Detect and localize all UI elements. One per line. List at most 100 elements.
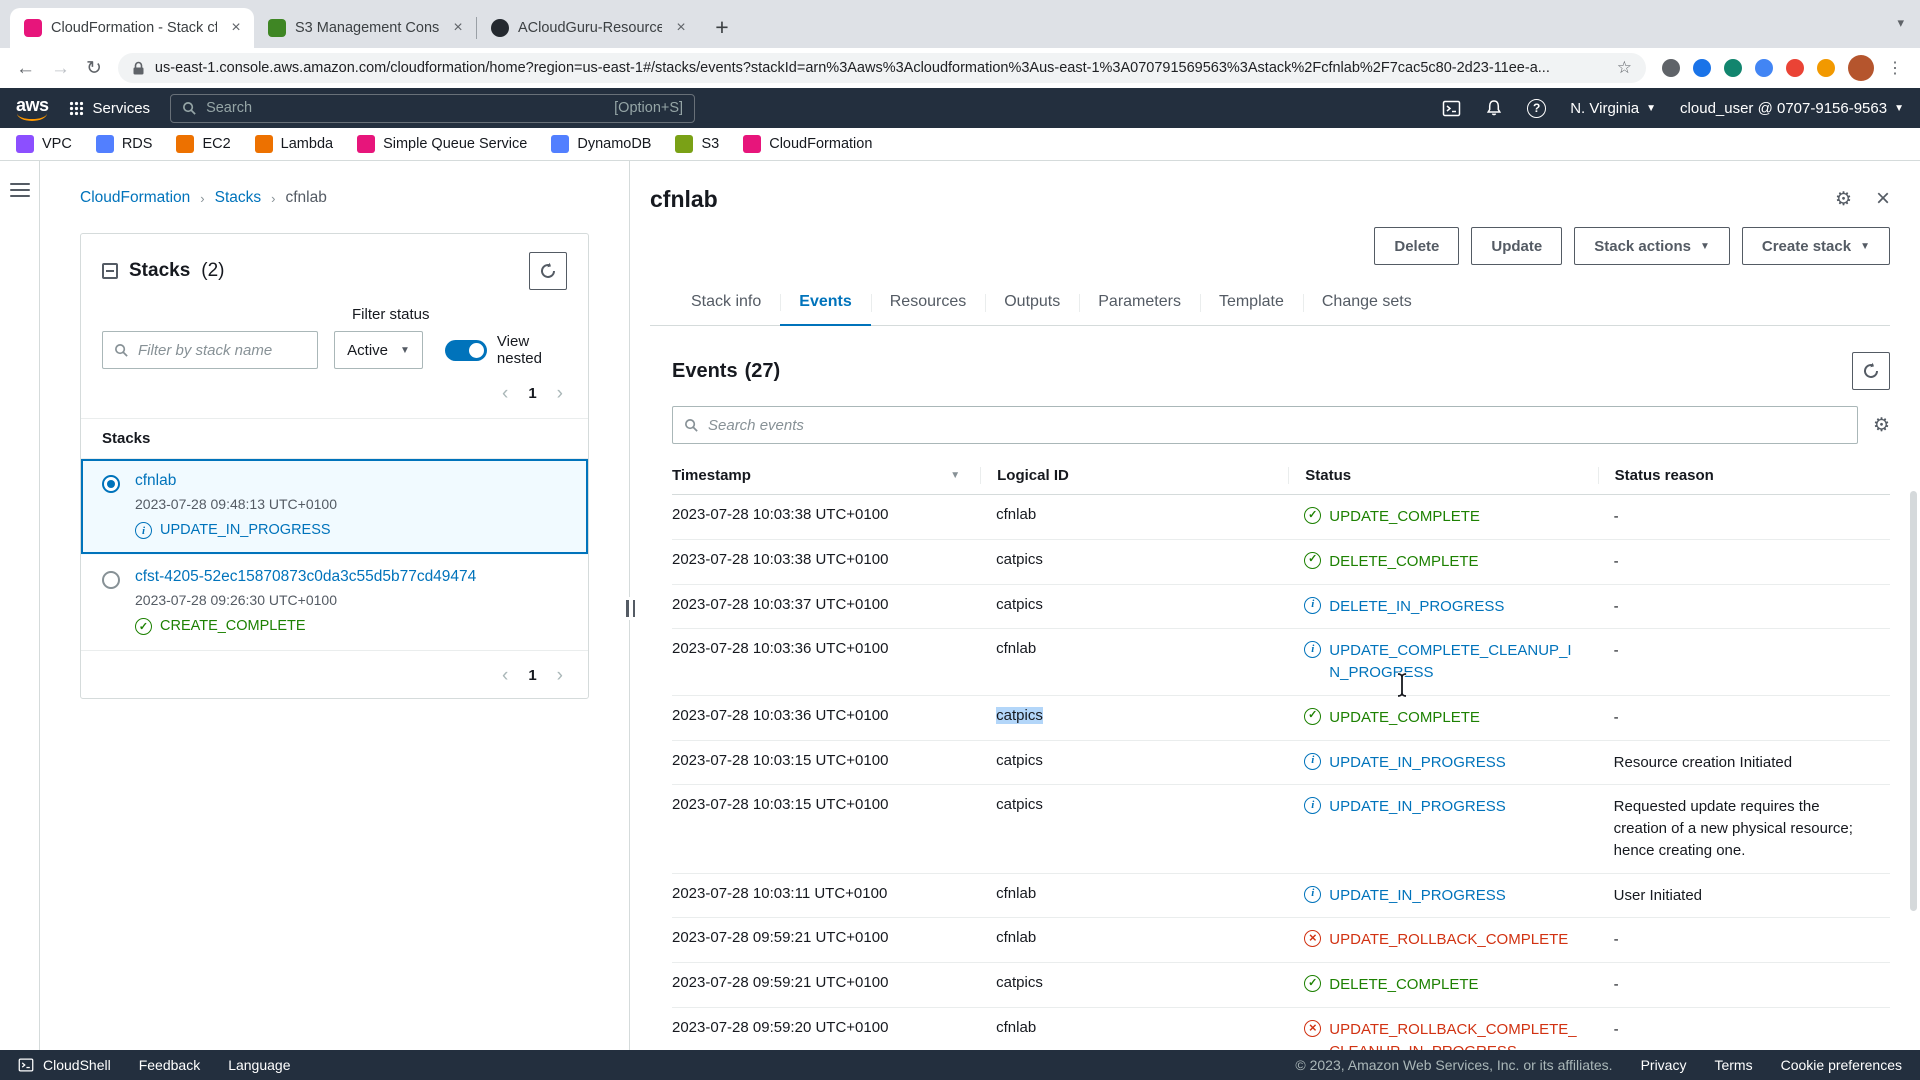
event-status[interactable]: UPDATE_ROLLBACK_COMPLETE_CLEANUP_IN_PROG… (1288, 1019, 1597, 1050)
stack-detail-tab[interactable]: Events (780, 281, 870, 326)
aws-logo[interactable]: aws (16, 96, 49, 121)
close-tab-icon[interactable]: × (671, 18, 691, 38)
tab-search-chevron-icon[interactable]: ▾ (1897, 15, 1904, 31)
browser-menu-icon[interactable]: ⋮ (1887, 58, 1904, 78)
refresh-stacks-button[interactable] (529, 252, 567, 290)
stack-filter-input[interactable]: Filter by stack name (102, 331, 318, 369)
action-button[interactable]: Delete ▼ (1374, 227, 1459, 265)
browser-tab-github[interactable]: ACloudGuru-Resources/Cours... × (477, 8, 699, 48)
reload-icon[interactable]: ↻ (86, 59, 102, 78)
extension-icon[interactable] (1724, 59, 1742, 77)
cloudshell-icon[interactable] (1442, 99, 1461, 118)
console-search-input[interactable]: Search [Option+S] (170, 94, 695, 123)
stack-list-item[interactable]: cfnlab 2023-07-28 09:48:13 UTC+0100 UPDA… (81, 459, 588, 555)
profile-avatar[interactable] (1848, 55, 1874, 81)
event-status[interactable]: UPDATE_COMPLETE_CLEANUP_IN_PROGRESS (1288, 640, 1597, 684)
scrollbar-thumb[interactable] (1910, 491, 1917, 911)
new-tab-button[interactable]: + (705, 10, 739, 44)
event-row: 2023-07-28 10:03:15 UTC+0100 catpics UPD… (672, 741, 1890, 786)
favorites-item[interactable]: EC2 (176, 135, 230, 153)
stack-radio-button[interactable] (102, 475, 120, 493)
stack-detail-tab[interactable]: Template (1200, 281, 1303, 325)
forward-icon[interactable]: → (51, 59, 70, 78)
event-status[interactable]: DELETE_COMPLETE (1288, 974, 1597, 996)
event-status[interactable]: UPDATE_IN_PROGRESS (1288, 885, 1597, 907)
url-text[interactable]: us-east-1.console.aws.amazon.com/cloudfo… (155, 60, 1607, 76)
table-preferences-gear-icon[interactable]: ⚙ (1873, 416, 1890, 435)
prev-page-icon[interactable]: ‹ (502, 666, 508, 685)
panel-close-icon[interactable]: × (1876, 185, 1890, 213)
prev-page-icon[interactable]: ‹ (502, 384, 508, 403)
page-number[interactable]: 1 (528, 386, 536, 401)
event-status[interactable]: UPDATE_COMPLETE (1288, 506, 1597, 528)
close-tab-icon[interactable]: × (448, 18, 468, 38)
column-header-logical-id[interactable]: Logical ID (980, 467, 1288, 484)
extension-icon[interactable] (1817, 59, 1835, 77)
region-selector[interactable]: N. Virginia ▼ (1570, 100, 1656, 117)
favorites-item[interactable]: Lambda (255, 135, 333, 153)
s3-favicon-icon (268, 19, 286, 37)
refresh-events-button[interactable] (1852, 352, 1890, 390)
footer-link[interactable]: Cookie preferences (1781, 1057, 1902, 1073)
collapse-section-icon[interactable] (102, 263, 118, 279)
page-number[interactable]: 1 (528, 668, 536, 683)
favorites-item[interactable]: CloudFormation (743, 135, 872, 153)
event-status[interactable]: UPDATE_ROLLBACK_COMPLETE (1288, 929, 1597, 951)
extension-icon[interactable] (1662, 59, 1680, 77)
action-button[interactable]: Create stack ▼ (1742, 227, 1890, 265)
stack-detail-tab[interactable]: Change sets (1303, 281, 1431, 325)
stack-list-item[interactable]: cfst-4205-52ec15870873c0da3c55d5b77cd494… (81, 555, 588, 651)
breadcrumb-cloudformation[interactable]: CloudFormation (80, 189, 190, 207)
hamburger-menu-icon[interactable] (10, 183, 30, 199)
stack-detail-tab[interactable]: Stack info (672, 281, 780, 325)
extension-icon[interactable] (1786, 59, 1804, 77)
stack-detail-tab[interactable]: Outputs (985, 281, 1079, 325)
view-nested-toggle[interactable] (445, 340, 487, 361)
close-tab-icon[interactable]: × (226, 18, 246, 38)
extension-icon[interactable] (1693, 59, 1711, 77)
cloudshell-button[interactable]: CloudShell (18, 1057, 111, 1073)
bookmark-star-icon[interactable]: ☆ (1617, 58, 1632, 78)
back-icon[interactable]: ← (16, 59, 35, 78)
notifications-bell-icon[interactable] (1485, 99, 1503, 117)
browser-tab-s3[interactable]: S3 Management Console × (254, 8, 476, 48)
favorites-item[interactable]: S3 (675, 135, 719, 153)
event-status[interactable]: UPDATE_IN_PROGRESS (1288, 796, 1597, 818)
footer-link[interactable]: Terms (1714, 1057, 1752, 1073)
stack-name-link[interactable]: cfnlab (135, 472, 176, 489)
footer-link[interactable]: Privacy (1641, 1057, 1687, 1073)
panel-settings-gear-icon[interactable]: ⚙ (1835, 190, 1852, 209)
next-page-icon[interactable]: › (557, 384, 563, 403)
stack-radio-button[interactable] (102, 571, 120, 589)
event-status[interactable]: UPDATE_COMPLETE (1288, 707, 1597, 729)
breadcrumb-stacks[interactable]: Stacks (215, 189, 262, 207)
extension-icon[interactable] (1755, 59, 1773, 77)
favorites-item[interactable]: VPC (16, 135, 72, 153)
stack-detail-tab[interactable]: Resources (871, 281, 985, 325)
browser-tab-cloudformation[interactable]: CloudFormation - Stack cfnlab × (10, 8, 254, 48)
stack-detail-tab[interactable]: Parameters (1079, 281, 1200, 325)
address-bar[interactable]: us-east-1.console.aws.amazon.com/cloudfo… (118, 53, 1646, 83)
column-sort-icon[interactable]: ▼ (950, 470, 962, 481)
feedback-link[interactable]: Feedback (139, 1057, 200, 1073)
next-page-icon[interactable]: › (557, 666, 563, 685)
event-status[interactable]: UPDATE_IN_PROGRESS (1288, 752, 1597, 774)
events-search-input[interactable]: Search events (672, 406, 1858, 444)
event-status[interactable]: DELETE_IN_PROGRESS (1288, 596, 1597, 618)
help-icon[interactable]: ? (1527, 99, 1546, 118)
status-filter-select[interactable]: Active ▼ (334, 331, 423, 369)
action-button[interactable]: Stack actions ▼ (1574, 227, 1730, 265)
action-button[interactable]: Update ▼ (1471, 227, 1562, 265)
language-link[interactable]: Language (228, 1057, 290, 1073)
favorites-item[interactable]: RDS (96, 135, 153, 153)
event-timestamp: 2023-07-28 10:03:36 UTC+0100 (672, 640, 980, 657)
event-status[interactable]: DELETE_COMPLETE (1288, 551, 1597, 573)
column-header-status[interactable]: Status (1288, 467, 1597, 484)
column-header-status-reason[interactable]: Status reason (1598, 467, 1890, 484)
favorites-item[interactable]: DynamoDB (551, 135, 651, 153)
services-menu[interactable]: Services (69, 100, 151, 117)
stack-name-link[interactable]: cfst-4205-52ec15870873c0da3c55d5b77cd494… (135, 568, 476, 585)
account-menu[interactable]: cloud_user @ 0707-9156-9563 ▼ (1680, 100, 1904, 117)
column-header-timestamp[interactable]: Timestamp ▼ (672, 467, 980, 484)
favorites-item[interactable]: Simple Queue Service (357, 135, 527, 153)
